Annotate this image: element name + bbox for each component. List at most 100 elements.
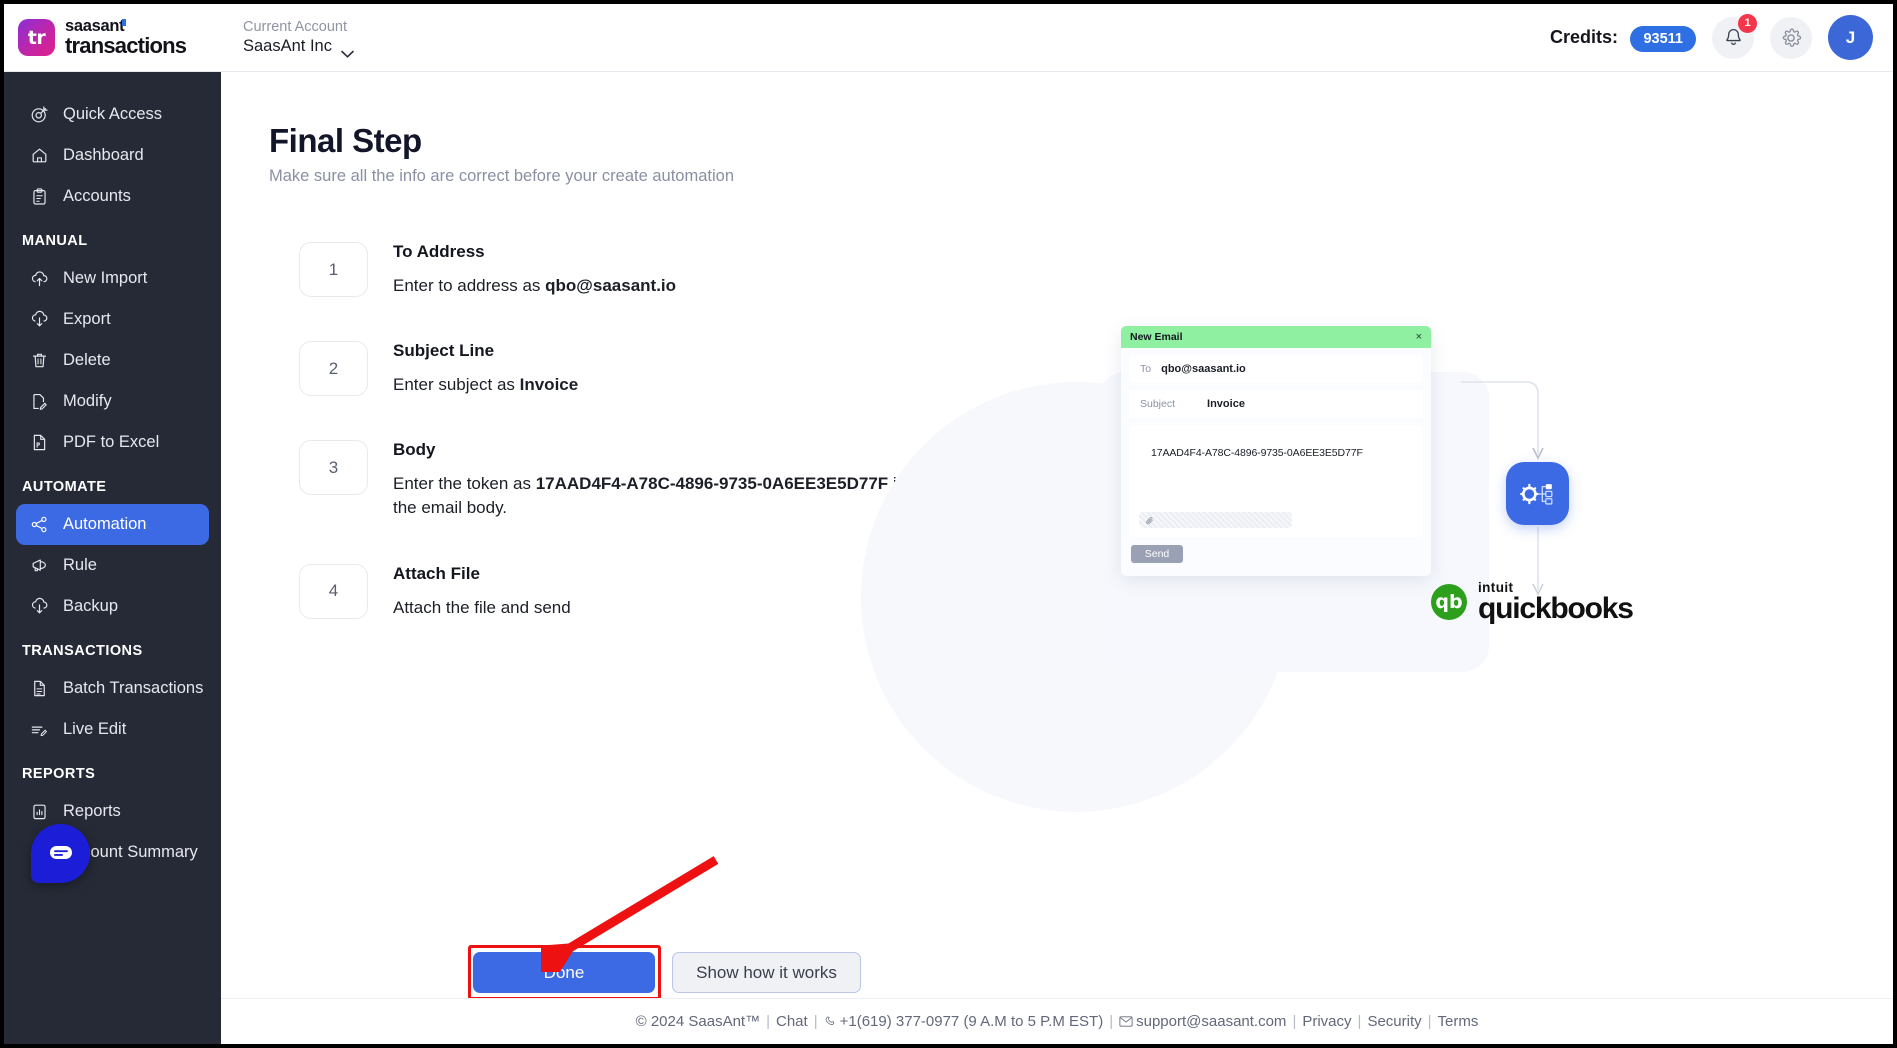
step-desc-bold: qbo@saasant.io xyxy=(545,276,677,295)
notifications-button[interactable]: 1 xyxy=(1712,13,1757,59)
step-title: Body xyxy=(393,440,436,460)
sidebar-item-delete[interactable]: Delete xyxy=(16,340,209,381)
action-buttons: Done Show how it works xyxy=(473,952,861,993)
current-account-selector[interactable]: Current Account SaasAnt Inc xyxy=(243,18,354,58)
email-subject-field[interactable]: Subject Invoice xyxy=(1129,390,1423,418)
footer-separator: | xyxy=(813,1013,818,1030)
main-content: Final Step Make sure all the info are co… xyxy=(221,72,1893,1044)
email-window-title: New Email xyxy=(1130,331,1183,343)
paperclip-icon xyxy=(1146,516,1153,524)
step-title: Attach File xyxy=(393,563,480,583)
sidebar-item-accounts[interactable]: Accounts xyxy=(16,176,209,217)
footer-phone-text: +1(619) 377-0977 (9 A.M to 5 P.M EST) xyxy=(839,1013,1104,1030)
sidebar-item-label: Batch Transactions xyxy=(63,679,204,697)
gear-icon xyxy=(1782,28,1802,47)
step-number: 3 xyxy=(299,440,368,496)
chart-icon xyxy=(30,802,49,821)
sidebar-item-label: New Import xyxy=(63,269,148,287)
sidebar-item-new-import[interactable]: New Import xyxy=(16,258,209,299)
close-icon[interactable]: × xyxy=(1416,331,1422,343)
chevron-down-icon[interactable] xyxy=(341,43,354,58)
list-edit-icon xyxy=(30,720,49,739)
footer-privacy-link[interactable]: Privacy xyxy=(1302,1013,1351,1030)
sidebar-item-label: Export xyxy=(63,310,111,328)
show-how-it-works-button[interactable]: Show how it works xyxy=(672,952,861,993)
footer-separator: | xyxy=(1109,1013,1114,1030)
share-nodes-icon xyxy=(30,515,49,534)
top-bar-right: Credits: 93511 1 J xyxy=(1550,13,1893,60)
email-subject-label: Subject xyxy=(1140,398,1176,410)
credits-display: Credits: 93511 xyxy=(1550,26,1696,52)
brand-text: saasant transactions xyxy=(65,16,187,58)
email-body-field[interactable]: 17AAD4F4-A78C-4896-9735-0A6EE3E5D77F xyxy=(1129,425,1423,537)
footer-separator: | xyxy=(1357,1013,1362,1030)
brand-logo-block[interactable]: tr saasant transactions xyxy=(4,4,221,72)
step-body: Attach File Attach the file and send xyxy=(393,564,571,620)
sidebar-item-backup[interactable]: Backup xyxy=(16,586,209,627)
step-body: Subject Line Enter subject as Invoice xyxy=(393,341,578,397)
sidebar-item-modify[interactable]: Modify xyxy=(16,381,209,422)
pdf-file-icon xyxy=(30,433,49,452)
new-email-mockup: New Email × To qbo@saasant.io Subject In… xyxy=(1121,326,1431,576)
email-body-token: 17AAD4F4-A78C-4896-9735-0A6EE3E5D77F xyxy=(1151,447,1363,459)
file-edit-icon xyxy=(30,392,49,411)
email-send-button[interactable]: Send xyxy=(1131,545,1183,563)
quickbooks-wordmark: intuit quickbooks xyxy=(1478,581,1634,625)
done-button[interactable]: Done xyxy=(473,952,655,993)
footer-email[interactable]: support@saasant.com xyxy=(1119,1013,1286,1030)
sidebar-item-batch-transactions[interactable]: Batch Transactions xyxy=(16,668,209,709)
step-description: Enter subject as Invoice xyxy=(393,373,578,397)
sidebar-item-pdf-to-excel[interactable]: PDF to Excel xyxy=(16,422,209,463)
step-desc-prefix: Enter to address as xyxy=(393,276,546,295)
footer-chat-link[interactable]: Chat xyxy=(776,1013,808,1030)
brand-name-top: saasant xyxy=(65,16,127,35)
email-to-value: qbo@saasant.io xyxy=(1161,363,1246,375)
phone-icon xyxy=(825,1016,834,1026)
step-body: To Address Enter to address as qbo@saasa… xyxy=(393,242,676,298)
sidebar-item-dashboard[interactable]: Dashboard xyxy=(16,135,209,176)
sidebar-section-reports: REPORTS xyxy=(22,766,96,782)
settings-button[interactable] xyxy=(1770,16,1812,59)
trash-icon xyxy=(30,351,49,370)
step-desc-prefix: Enter the token as xyxy=(393,474,536,494)
sidebar-item-label: Backup xyxy=(63,597,119,615)
sidebar-item-label: Quick Access xyxy=(63,105,163,123)
step-desc-prefix: Attach the file and send xyxy=(393,597,571,617)
chat-widget-button[interactable] xyxy=(31,824,90,883)
footer: © 2024 SaasAnt™ | Chat | +1(619) 377-097… xyxy=(221,998,1893,1044)
home-icon xyxy=(30,146,49,165)
quickbooks-label: quickbooks xyxy=(1478,591,1634,625)
email-to-field[interactable]: To qbo@saasant.io xyxy=(1129,355,1423,383)
footer-copyright: © 2024 SaasAnt™ xyxy=(635,1013,761,1030)
sidebar-item-label: Reports xyxy=(63,802,121,820)
megaphone-icon xyxy=(30,556,49,575)
user-avatar[interactable]: J xyxy=(1828,15,1873,60)
sidebar-item-label: PDF to Excel xyxy=(63,433,160,451)
email-subject-value: Invoice xyxy=(1207,398,1245,410)
target-icon xyxy=(30,105,49,124)
sidebar-item-export[interactable]: Export xyxy=(16,299,209,340)
page-title: Final Step xyxy=(269,122,422,159)
current-account-label: Current Account xyxy=(243,19,347,36)
step-number: 2 xyxy=(299,341,368,397)
footer-security-link[interactable]: Security xyxy=(1367,1013,1421,1030)
footer-terms-link[interactable]: Terms xyxy=(1438,1013,1479,1030)
step-description: Enter to address as qbo@saasant.io xyxy=(393,274,676,298)
step-number: 4 xyxy=(299,563,368,619)
sidebar-item-automation[interactable]: Automation xyxy=(16,504,209,545)
step-number: 1 xyxy=(299,242,368,297)
sidebar-item-reports[interactable]: Reports xyxy=(16,791,209,832)
sidebar-section-manual: MANUAL xyxy=(22,233,88,249)
automation-node-icon xyxy=(1506,462,1569,525)
sidebar-item-label: Dashboard xyxy=(63,146,144,164)
credits-value-badge: 93511 xyxy=(1630,26,1696,52)
quickbooks-logo: qb intuit quickbooks xyxy=(1431,581,1634,625)
document-icon xyxy=(30,679,49,698)
sidebar-item-rule[interactable]: Rule xyxy=(16,545,209,586)
sidebar-item-label: Modify xyxy=(63,392,112,410)
email-attachment-pill[interactable] xyxy=(1139,512,1292,528)
sidebar-item-live-edit[interactable]: Live Edit xyxy=(16,709,209,750)
sidebar-item-quick-access[interactable]: Quick Access xyxy=(16,94,209,135)
cloud-upload-icon xyxy=(30,269,49,288)
footer-separator: | xyxy=(1292,1013,1297,1030)
